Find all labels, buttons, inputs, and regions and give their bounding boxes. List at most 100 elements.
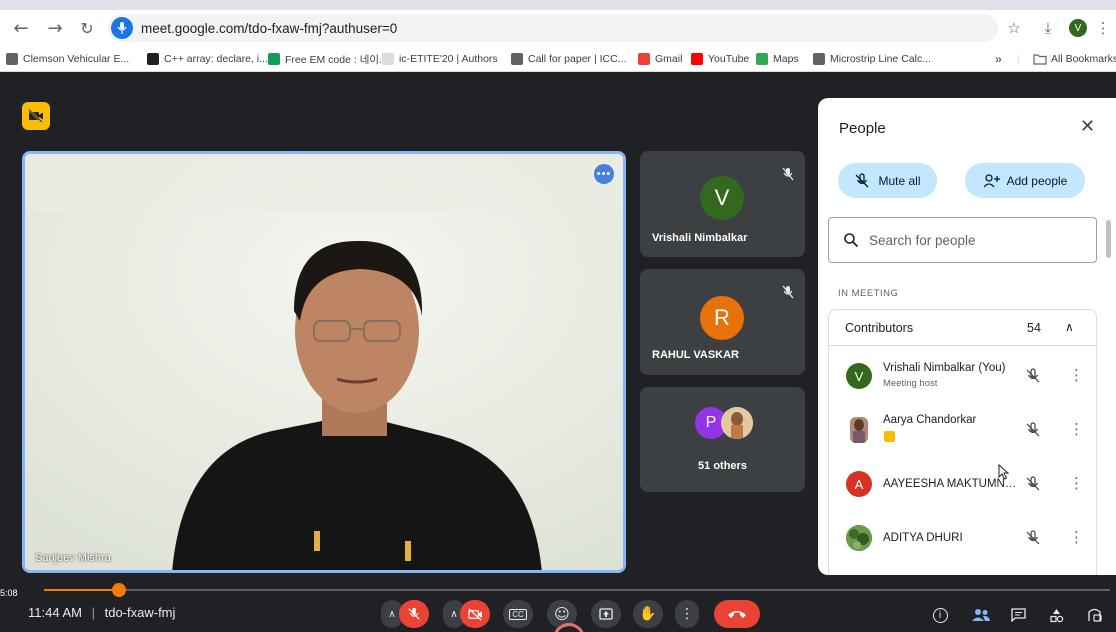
contributors-group: Contributors 54 ∧ V Vrishali Nimbalkar (… bbox=[828, 309, 1097, 575]
bookmark-item[interactable]: Gmail bbox=[638, 50, 682, 68]
more-vert-icon[interactable]: ⋮ bbox=[1069, 528, 1084, 546]
bookmarks-overflow-button[interactable]: » bbox=[995, 50, 1002, 68]
bookmark-item[interactable]: Clemson Vehicular E... bbox=[6, 50, 129, 68]
activities-button[interactable] bbox=[1044, 603, 1068, 627]
more-options-button[interactable]: ⋮ bbox=[675, 600, 699, 628]
forward-icon[interactable]: → bbox=[42, 15, 68, 41]
code-icon bbox=[147, 53, 159, 65]
mic-off-icon bbox=[408, 607, 420, 620]
globe-icon bbox=[6, 53, 18, 65]
bookmark-item[interactable]: Maps bbox=[756, 50, 799, 68]
mic-off-icon[interactable] bbox=[1025, 476, 1041, 492]
meeting-time-code: 11:44 AM | tdo-fxaw-fmj bbox=[28, 605, 175, 620]
more-options-icon[interactable]: ••• bbox=[594, 164, 614, 184]
people-panel-title: People bbox=[839, 120, 886, 137]
meeting-details-button[interactable]: i bbox=[928, 603, 952, 627]
chevron-up-icon[interactable]: ∧ bbox=[1065, 320, 1074, 334]
people-icon bbox=[972, 609, 990, 621]
raise-hand-button[interactable]: ✋ bbox=[633, 600, 663, 628]
people-button[interactable] bbox=[969, 603, 993, 627]
camera-off-icon bbox=[28, 109, 43, 123]
chat-button[interactable] bbox=[1006, 603, 1030, 627]
contributors-header[interactable]: Contributors 54 ∧ bbox=[829, 310, 1096, 346]
search-people-input[interactable]: Search for people bbox=[828, 217, 1097, 263]
mic-off-icon[interactable] bbox=[1025, 422, 1041, 438]
microphone-toggle-button[interactable] bbox=[399, 600, 429, 628]
bookmark-label: Free EM code : 네이... bbox=[285, 53, 388, 66]
all-bookmarks-button[interactable]: All Bookmarks bbox=[1033, 50, 1116, 68]
main-video-tile[interactable]: ••• Sanjeev Mishra bbox=[22, 151, 626, 573]
leave-call-button[interactable] bbox=[714, 600, 760, 628]
captions-icon: CC bbox=[509, 608, 527, 620]
bookmark-item[interactable]: ic-ETITE'20 | Authors bbox=[382, 50, 498, 68]
back-icon[interactable]: ← bbox=[8, 15, 34, 41]
in-meeting-heading: IN MEETING bbox=[838, 288, 899, 299]
camera-off-icon bbox=[467, 607, 482, 621]
chevron-up-icon: ∧ bbox=[388, 608, 396, 620]
camera-off-indicator[interactable] bbox=[22, 102, 50, 130]
bookmark-item[interactable]: Call for paper | ICC... bbox=[511, 50, 626, 68]
camera-toggle-button[interactable] bbox=[460, 600, 490, 628]
participant-name: Aarya Chandorkar bbox=[883, 414, 977, 426]
playback-elapsed: 5:08 bbox=[0, 588, 18, 598]
star-icon bbox=[382, 53, 394, 65]
contributors-label: Contributors bbox=[845, 321, 914, 335]
bookmark-label: Microstrip Line Calc... bbox=[830, 53, 931, 65]
participant-row[interactable]: ADITYA DHURI ⋮ bbox=[829, 512, 1096, 566]
bookmark-item[interactable]: Microstrip Line Calc... bbox=[813, 50, 931, 68]
bookmarks-divider: | bbox=[1017, 53, 1020, 65]
reload-icon[interactable]: ↻ bbox=[74, 15, 100, 41]
bookmark-label: YouTube bbox=[708, 53, 750, 65]
mic-off-icon bbox=[782, 285, 794, 299]
chat-icon bbox=[1010, 608, 1026, 622]
browser-menu-icon[interactable]: ⋮ bbox=[1096, 14, 1111, 42]
add-people-button[interactable]: Add people bbox=[965, 163, 1085, 198]
more-vert-icon[interactable]: ⋮ bbox=[1069, 420, 1084, 438]
more-vert-icon[interactable]: ⋮ bbox=[1069, 474, 1084, 492]
bookmark-item[interactable]: Free EM code : 네이... bbox=[268, 50, 388, 68]
others-tile[interactable]: P 51 others bbox=[640, 387, 805, 492]
participant-row[interactable]: V Vrishali Nimbalkar (You) Meeting host … bbox=[829, 350, 1096, 404]
present-button[interactable] bbox=[591, 600, 621, 628]
profile-avatar[interactable]: V bbox=[1068, 14, 1088, 42]
search-icon bbox=[844, 233, 859, 248]
hang-up-icon bbox=[728, 611, 746, 618]
mic-off-icon bbox=[782, 167, 794, 181]
others-label: 51 others bbox=[698, 460, 747, 472]
participant-name: RAHUL VASKAR bbox=[652, 349, 739, 361]
camera-off-badge bbox=[884, 431, 895, 442]
mic-icon bbox=[111, 17, 133, 39]
present-icon bbox=[599, 608, 613, 620]
participant-avatar: R bbox=[700, 296, 744, 340]
participant-tile[interactable]: V Vrishali Nimbalkar bbox=[640, 151, 805, 257]
panel-scrollbar[interactable] bbox=[1106, 220, 1111, 258]
add-people-label: Add people bbox=[1006, 173, 1068, 188]
globe-icon bbox=[813, 53, 825, 65]
window-top-strip bbox=[0, 0, 1116, 10]
host-controls-button[interactable] bbox=[1082, 603, 1106, 627]
more-vert-icon[interactable]: ⋮ bbox=[1069, 366, 1084, 384]
download-icon[interactable]: ⤓ bbox=[1038, 14, 1058, 42]
captions-button[interactable]: CC bbox=[503, 600, 533, 628]
youtube-icon bbox=[691, 53, 703, 65]
mute-all-button[interactable]: Mute all bbox=[838, 163, 937, 198]
url-text: meet.google.com/tdo-fxaw-fmj?authuser=0 bbox=[141, 20, 398, 36]
emoji-icon: ☺ bbox=[554, 605, 570, 623]
mic-off-icon[interactable] bbox=[1025, 530, 1041, 546]
gmail-icon bbox=[638, 53, 650, 65]
search-placeholder: Search for people bbox=[869, 232, 976, 248]
mic-off-icon[interactable] bbox=[1025, 368, 1041, 384]
bookmark-star-icon[interactable]: ☆ bbox=[1004, 14, 1024, 42]
bookmark-item[interactable]: C++ array: declare, i... bbox=[147, 50, 268, 68]
participant-row[interactable]: Aarya Chandorkar ⋮ bbox=[829, 404, 1096, 458]
omnibox[interactable]: meet.google.com/tdo-fxaw-fmj?authuser=0 bbox=[108, 14, 998, 42]
playback-progress-bar[interactable] bbox=[44, 583, 1110, 597]
address-row: ← → ↻ meet.google.com/tdo-fxaw-fmj?authu… bbox=[0, 10, 1116, 46]
participant-row[interactable]: A AAYEESHA MAKTUMNAIK ⋮ bbox=[829, 458, 1096, 512]
bookmark-item[interactable]: YouTube bbox=[691, 50, 749, 68]
bookmark-label: Gmail bbox=[655, 53, 683, 65]
playback-scrubber-handle[interactable] bbox=[111, 583, 126, 597]
close-icon[interactable]: ✕ bbox=[1080, 116, 1095, 137]
playback-progress-fill bbox=[44, 589, 119, 591]
participant-tile[interactable]: R RAHUL VASKAR bbox=[640, 269, 805, 375]
